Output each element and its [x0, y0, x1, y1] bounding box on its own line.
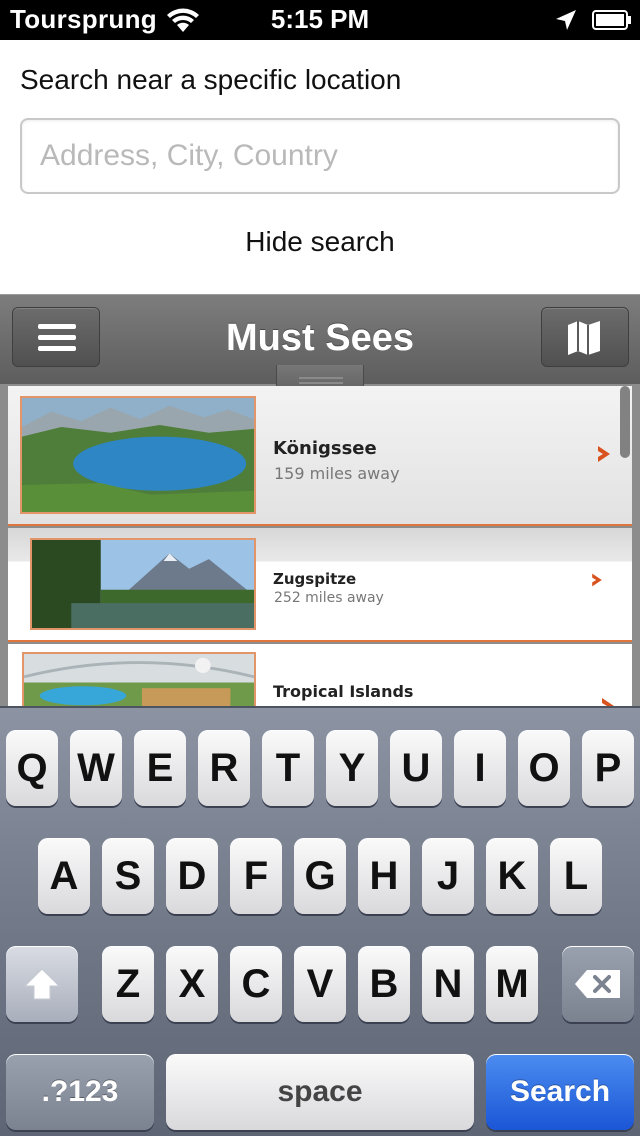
key-z[interactable]: Z: [102, 946, 154, 1022]
lake-photo: [20, 396, 256, 514]
list-item[interactable]: Zugspitze 252 miles away: [8, 528, 632, 642]
must-sees-view: Must Sees Königssee 159 miles away Zugsp…: [0, 294, 640, 706]
space-key[interactable]: space: [166, 1054, 474, 1130]
location-arrow-icon: [556, 10, 576, 30]
status-bar: Toursprung 5:15 PM: [0, 0, 640, 40]
location-search-input[interactable]: [20, 118, 620, 194]
key-n[interactable]: N: [422, 946, 474, 1022]
key-j[interactable]: J: [422, 838, 474, 914]
key-i[interactable]: I: [454, 730, 506, 806]
mountain-photo: [30, 538, 256, 630]
item-title: Königssee: [273, 438, 377, 459]
search-key[interactable]: Search: [486, 1054, 634, 1130]
chevron-right-icon: [592, 573, 602, 587]
item-distance: 159 miles away: [274, 464, 400, 483]
key-y[interactable]: Y: [326, 730, 378, 806]
item-title: Tropical Islands: [273, 682, 414, 701]
key-l[interactable]: L: [550, 838, 602, 914]
item-title: Zugspitze: [273, 570, 357, 588]
key-f[interactable]: F: [230, 838, 282, 914]
key-m[interactable]: M: [486, 946, 538, 1022]
key-v[interactable]: V: [294, 946, 346, 1022]
numbers-key[interactable]: .?123: [6, 1054, 154, 1130]
key-e[interactable]: E: [134, 730, 186, 806]
key-p[interactable]: P: [582, 730, 634, 806]
key-x[interactable]: X: [166, 946, 218, 1022]
item-distance: 252 miles away: [274, 590, 384, 606]
key-c[interactable]: C: [230, 946, 282, 1022]
tropical-photo: [22, 652, 256, 706]
list-scrollbar[interactable]: [620, 386, 630, 458]
key-b[interactable]: B: [358, 946, 410, 1022]
key-a[interactable]: A: [38, 838, 90, 914]
search-heading: Search near a specific location: [20, 64, 402, 95]
key-d[interactable]: D: [166, 838, 218, 914]
key-t[interactable]: T: [262, 730, 314, 806]
onscreen-keyboard: Q W E R T Y U I O P A S D F G H J K L Z …: [0, 706, 640, 1136]
shift-key[interactable]: [6, 946, 78, 1022]
list-item[interactable]: Königssee 159 miles away: [8, 386, 632, 526]
key-w[interactable]: W: [70, 730, 122, 806]
map-icon: [568, 321, 600, 355]
map-button[interactable]: [541, 307, 629, 367]
key-q[interactable]: Q: [6, 730, 58, 806]
chevron-right-icon: [598, 446, 610, 462]
battery-icon: [592, 10, 631, 30]
backspace-icon: [575, 970, 620, 998]
chevron-right-icon: [602, 698, 614, 706]
list-item[interactable]: Tropical Islands: [8, 644, 632, 706]
key-s[interactable]: S: [102, 838, 154, 914]
must-sees-list: Königssee 159 miles away Zugspitze 252 m…: [8, 386, 632, 706]
key-g[interactable]: G: [294, 838, 346, 914]
location-search-panel: Search near a specific location Hide sea…: [0, 40, 640, 294]
key-r[interactable]: R: [198, 730, 250, 806]
key-o[interactable]: O: [518, 730, 570, 806]
key-u[interactable]: U: [390, 730, 442, 806]
hide-search-button[interactable]: Hide search: [0, 226, 640, 258]
key-k[interactable]: K: [486, 838, 538, 914]
navigation-bar: Must Sees: [0, 294, 640, 399]
status-time: 5:15 PM: [270, 4, 370, 34]
shift-arrow-icon: [23, 968, 61, 1000]
key-h[interactable]: H: [358, 838, 410, 914]
backspace-key[interactable]: [562, 946, 634, 1022]
